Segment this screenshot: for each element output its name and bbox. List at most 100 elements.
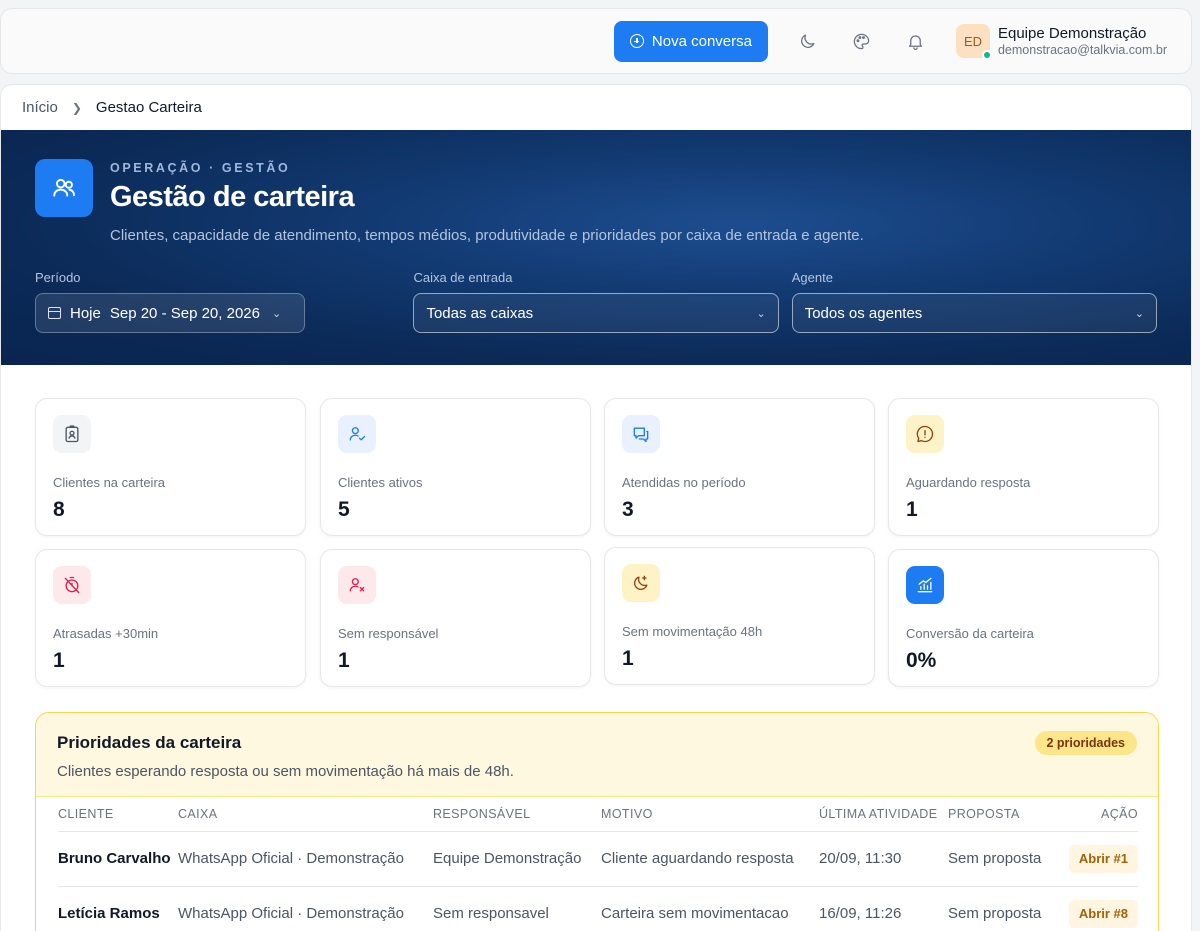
agent-value: Todos os agentes <box>804 304 923 322</box>
top-bar: Nova conversa ED Equipe Demonstração dem… <box>0 8 1192 74</box>
users-icon <box>35 159 93 217</box>
kpi-label: Atrasadas +30min <box>53 626 159 641</box>
table-row[interactable]: Letícia Ramos WhatsApp Oficial · Demonst… <box>58 886 1138 931</box>
plus-circle-icon <box>629 34 644 48</box>
main-panel: Início ❯ Gestao Carteira OPERAÇÃO · GEST… <box>0 84 1192 931</box>
bell-icon <box>909 34 923 50</box>
user-x-icon <box>338 566 376 604</box>
period-label: Período <box>35 270 81 285</box>
kpi-value: 5 <box>338 498 350 521</box>
page-header: OPERAÇÃO · GESTÃO Gestão de carteira Cli… <box>1 130 1191 365</box>
period-picker[interactable]: Hoje Sep 20 - Sep 20, 2026 ⌄ <box>35 293 306 333</box>
kpi-card: Atrasadas +30min 1 <box>35 549 306 687</box>
cell-proposal: Sem proposta <box>948 886 1058 931</box>
cell-reason: Cliente aguardando resposta <box>601 831 819 887</box>
kpi-label: Clientes na carteira <box>53 475 165 490</box>
kpi-card: Atendidas no período 3 <box>604 398 875 536</box>
kpi-label: Atendidas no período <box>622 475 746 490</box>
cell-owner: Sem responsavel <box>433 886 601 931</box>
calendar-icon <box>48 307 61 319</box>
kpi-label: Sem movimentação 48h <box>622 624 763 639</box>
priorities-count-badge: 2 prioridades <box>1034 731 1137 755</box>
table-header-row: CLIENTE CAIXA RESPONSÁVEL MOTIVO ÚLTIMA … <box>58 797 1138 832</box>
online-status-dot <box>981 50 992 60</box>
kpi-label: Clientes ativos <box>338 475 423 490</box>
filters: Período Hoje Sep 20 - Sep 20, 2026 ⌄ Cai… <box>35 270 1157 333</box>
column-header: PROPOSTA <box>948 797 1058 832</box>
column-header: ÚLTIMA ATIVIDADE <box>819 797 948 832</box>
chevron-right-icon: ❯ <box>71 100 82 115</box>
dark-mode-toggle[interactable] <box>790 23 826 59</box>
cell-proposal: Sem proposta <box>948 831 1058 887</box>
id-badge-icon <box>53 415 91 453</box>
chevron-down-icon: ⌄ <box>1134 307 1144 320</box>
breadcrumb-current: Gestao Carteira <box>95 99 202 116</box>
period-preset: Hoje <box>70 304 101 322</box>
column-header: AÇÃO <box>1058 797 1138 832</box>
breadcrumb-home[interactable]: Início <box>22 99 58 116</box>
period-range: Sep 20 - Sep 20, 2026 <box>109 304 260 322</box>
user-check-icon <box>338 415 376 453</box>
cell-client: Bruno Carvalho <box>58 831 178 887</box>
open-conversation-button[interactable]: Abrir #1 <box>1068 844 1138 873</box>
page-title: Gestão de carteira <box>110 181 355 213</box>
inbox-value: Todas as caixas <box>426 304 534 322</box>
moon-icon <box>801 34 815 48</box>
new-conversation-button[interactable]: Nova conversa <box>613 20 768 62</box>
kpi-value: 8 <box>53 498 65 521</box>
cell-client: Letícia Ramos <box>58 886 178 931</box>
table-row[interactable]: Bruno Carvalho WhatsApp Oficial · Demons… <box>58 831 1138 887</box>
priorities-subtitle: Clientes esperando resposta ou sem movim… <box>57 763 514 780</box>
avatar-initials: ED <box>963 33 983 49</box>
kpi-value: 1 <box>338 649 350 672</box>
kpi-card: Clientes ativos 5 <box>320 398 591 536</box>
kpi-value: 0% <box>906 649 937 672</box>
alert-bubble-icon <box>906 415 944 453</box>
page-eyebrow: OPERAÇÃO · GESTÃO <box>110 161 291 175</box>
column-header: MOTIVO <box>601 797 819 832</box>
chevron-down-icon: ⌄ <box>271 307 282 320</box>
kpi-card: Sem movimentação 48h 1 <box>604 547 875 685</box>
cell-reason: Carteira sem movimentacao <box>601 886 819 931</box>
inbox-select[interactable]: Todas as caixas ⌄ <box>413 293 779 333</box>
kpi-value: 1 <box>53 649 65 672</box>
kpi-value: 3 <box>622 498 634 521</box>
timer-off-icon <box>53 566 91 604</box>
column-header: RESPONSÁVEL <box>433 797 601 832</box>
kpi-value: 1 <box>622 647 634 670</box>
kpi-card: Clientes na carteira 8 <box>35 398 306 536</box>
open-conversation-button[interactable]: Abrir #8 <box>1068 899 1138 928</box>
moon-star-icon <box>622 564 660 602</box>
palette-icon <box>854 33 870 49</box>
column-header: CAIXA <box>178 797 433 832</box>
kpi-card: Conversão da carteira 0% <box>888 549 1159 687</box>
cell-owner: Equipe Demonstração <box>433 831 601 887</box>
chart-up-icon <box>906 566 944 604</box>
cell-last-activity: 20/09, 11:30 <box>819 831 948 887</box>
page-subtitle: Clientes, capacidade de atendimento, tem… <box>110 227 864 244</box>
user-name: Equipe Demonstração <box>997 25 1147 42</box>
cell-inbox: WhatsApp Oficial · Demonstração <box>178 886 433 931</box>
kpi-label: Sem responsável <box>338 626 439 641</box>
kpi-card: Aguardando resposta 1 <box>888 398 1159 536</box>
user-menu[interactable]: ED Equipe Demonstração demonstracao@talk… <box>955 24 1167 60</box>
notifications-button[interactable] <box>898 23 934 59</box>
priorities-panel: Prioridades da carteira Clientes esperan… <box>35 712 1159 931</box>
kpi-card: Sem responsável 1 <box>320 549 591 687</box>
kpi-label: Aguardando resposta <box>906 475 1031 490</box>
cell-inbox: WhatsApp Oficial · Demonstração <box>178 831 433 887</box>
user-email: demonstracao@talkvia.com.br <box>997 43 1167 57</box>
priorities-table: CLIENTE CAIXA RESPONSÁVEL MOTIVO ÚLTIMA … <box>58 797 1138 931</box>
priorities-header: Prioridades da carteira Clientes esperan… <box>36 713 1158 797</box>
column-header: CLIENTE <box>58 797 178 832</box>
kpi-label: Conversão da carteira <box>906 626 1034 641</box>
breadcrumb: Início ❯ Gestao Carteira <box>1 85 1191 130</box>
chevron-down-icon: ⌄ <box>756 307 766 320</box>
kpi-value: 1 <box>906 498 918 521</box>
agent-label: Agente <box>791 270 833 285</box>
chat-bubbles-icon <box>622 415 660 453</box>
agent-select[interactable]: Todos os agentes ⌄ <box>791 293 1157 333</box>
inbox-label: Caixa de entrada <box>413 270 513 285</box>
cell-last-activity: 16/09, 11:26 <box>819 886 948 931</box>
theme-button[interactable] <box>844 23 880 59</box>
